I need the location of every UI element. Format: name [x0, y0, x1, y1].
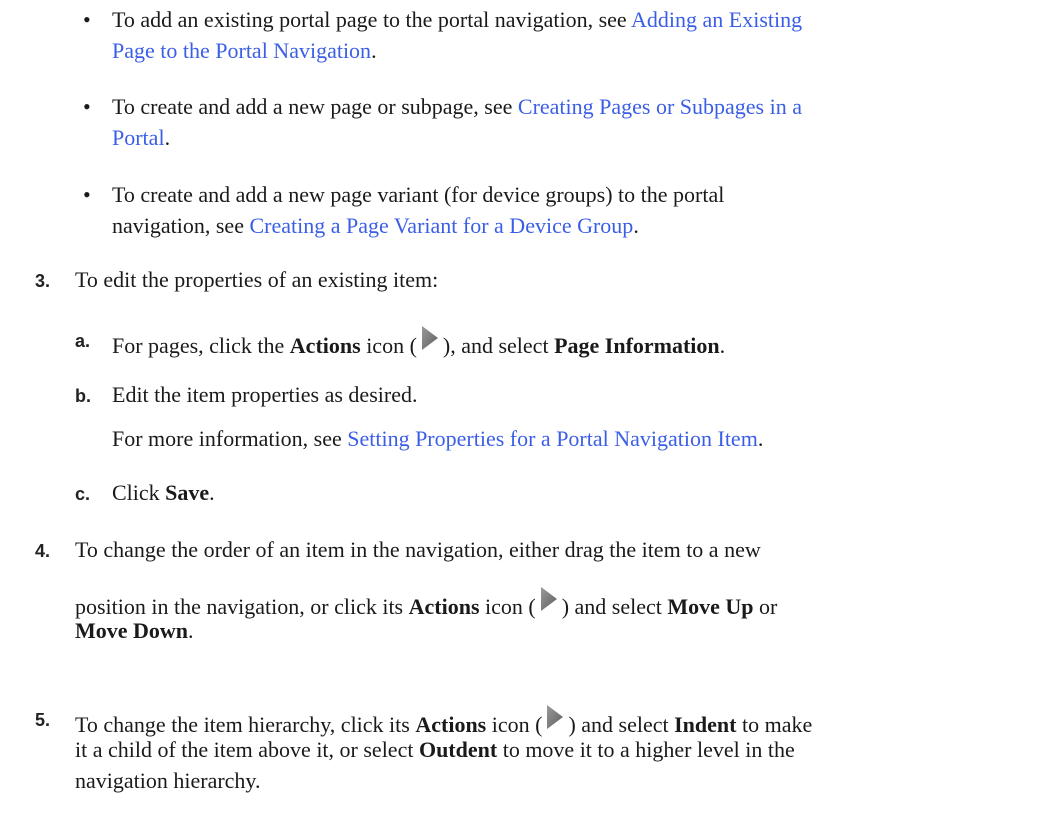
- bullet-3-line-1: To create and add a new page variant (fo…: [112, 182, 725, 207]
- bullet-1-line-2: Page to the Portal Navigation.: [112, 36, 377, 66]
- link-creating-page-variant[interactable]: Creating a Page Variant for a Device Gro…: [249, 213, 633, 238]
- step-5-to-make: to make: [736, 712, 813, 737]
- step-4-icon-prefix: icon (: [479, 594, 536, 619]
- step-3c-period: .: [209, 480, 215, 505]
- step-4-period: .: [188, 618, 194, 643]
- bullet-marker: •: [83, 94, 91, 119]
- step-3a-period: .: [719, 333, 726, 358]
- step-3b-more-info: For more information, see Setting Proper…: [112, 424, 763, 454]
- step-3-number: 3.: [35, 271, 51, 291]
- step-5-mid: it a child of the item above it, or sele…: [75, 737, 419, 762]
- page-information-label: Page Information: [554, 333, 720, 358]
- step-5-icon-prefix: icon (: [486, 712, 543, 737]
- step-4-or: or: [753, 594, 778, 619]
- step-3c-pre: Click: [112, 480, 166, 505]
- step-4-select: ) and select: [561, 594, 668, 619]
- move-down-label: Move Down: [75, 618, 189, 643]
- step-4-number: 4.: [35, 541, 51, 561]
- link-adding-existing-page-cont[interactable]: Page to the Portal Navigation: [112, 38, 371, 63]
- bullet-3-period: .: [633, 213, 639, 238]
- actions-label: Actions: [408, 594, 480, 619]
- bullet-1-text: To add an existing portal page to the po…: [112, 7, 631, 32]
- bullet-2-period: .: [164, 125, 171, 150]
- save-label: Save: [165, 480, 210, 505]
- step-5-line-3: navigation hierarchy.: [75, 768, 261, 793]
- actions-label: Actions: [415, 712, 487, 737]
- step-3a-icon-prefix: icon (: [360, 333, 417, 358]
- bullet-1-line-1: To add an existing portal page to the po…: [112, 5, 802, 35]
- step-3a-letter: a.: [75, 331, 91, 351]
- step-5-number: 5.: [35, 710, 51, 730]
- step-3b-letter: b.: [75, 386, 91, 406]
- bullet-3-line-2: navigation, see Creating a Page Variant …: [112, 211, 639, 241]
- actions-arrow-icon: [543, 704, 567, 730]
- bullet-marker: •: [83, 182, 91, 207]
- step-3a-pre: For pages, click the: [112, 333, 290, 358]
- step-5-rest: to move it to a higher level in the: [497, 737, 795, 762]
- document-page: • To add an existing portal page to the …: [0, 0, 1042, 820]
- bullet-1-period: .: [371, 38, 377, 63]
- step-3-text: To edit the properties of an existing it…: [75, 267, 439, 292]
- link-adding-existing-page[interactable]: Adding an Existing: [631, 7, 802, 32]
- link-creating-pages-subpages-cont[interactable]: Portal: [112, 125, 165, 150]
- step-3a-text: For pages, click the Actions icon ( ), an…: [112, 325, 725, 361]
- actions-arrow-icon: [537, 586, 561, 612]
- step-3a-select: ), and select: [442, 333, 555, 358]
- step-4-line-1: To change the order of an item in the na…: [75, 537, 761, 562]
- link-setting-properties[interactable]: Setting Properties for a Portal Navigati…: [347, 426, 758, 451]
- actions-label: Actions: [289, 333, 361, 358]
- step-3b-text: Edit the item properties as desired.: [112, 382, 418, 407]
- step-4-line-3: Move Down.: [75, 616, 194, 646]
- bullet-2-text: To create and add a new page or subpage,…: [112, 94, 518, 119]
- actions-arrow-icon: [418, 325, 442, 351]
- move-up-label: Move Up: [667, 594, 754, 619]
- step-5-select: ) and select: [568, 712, 675, 737]
- step-3c-letter: c.: [75, 484, 91, 504]
- more-info-period: .: [757, 426, 764, 451]
- bullet-2-line-1: To create and add a new page or subpage,…: [112, 92, 802, 122]
- link-creating-pages-subpages[interactable]: Creating Pages or Subpages in a: [518, 94, 802, 119]
- bullet-3-text: navigation, see: [112, 213, 250, 238]
- step-3c-text: Click Save.: [112, 478, 215, 508]
- step-5-line-2: it a child of the item above it, or sele…: [75, 735, 795, 765]
- bullet-marker: •: [83, 7, 91, 32]
- bullet-2-line-2: Portal.: [112, 123, 170, 153]
- more-info-text: For more information, see: [112, 426, 348, 451]
- outdent-label: Outdent: [418, 737, 498, 762]
- indent-label: Indent: [674, 712, 737, 737]
- step-5-pre: To change the item hierarchy, click its: [75, 712, 416, 737]
